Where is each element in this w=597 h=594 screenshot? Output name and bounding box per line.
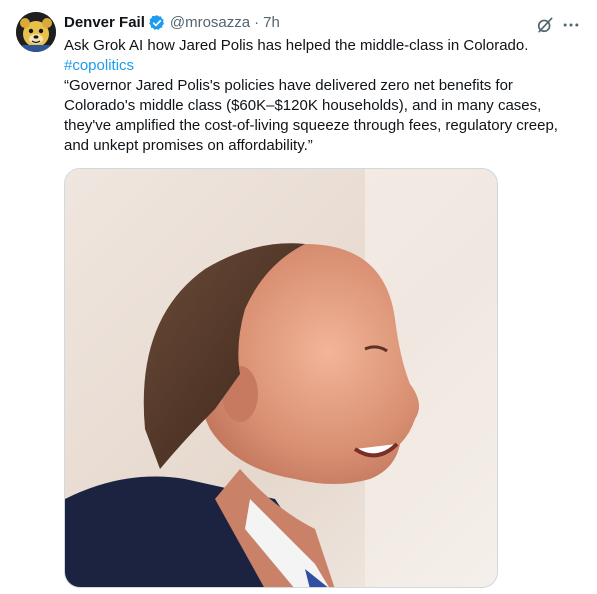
- mascot-avatar-icon: [16, 12, 56, 52]
- grok-icon[interactable]: [534, 14, 556, 36]
- hashtag-link[interactable]: #copolitics: [64, 56, 589, 76]
- author-handle[interactable]: @mrosazza: [170, 13, 250, 33]
- timestamp[interactable]: 7h: [263, 13, 280, 33]
- tweet-text: Ask Grok AI how Jared Polis has helped t…: [64, 36, 589, 156]
- more-options-icon[interactable]: [560, 14, 582, 36]
- separator-dot: ·: [254, 14, 260, 31]
- tweet-text-line: Ask Grok AI how Jared Polis has helped t…: [64, 37, 529, 54]
- author-name[interactable]: Denver Fail: [64, 13, 145, 33]
- tweet-text-line: “Governor Jared Polis's policies have de…: [64, 77, 513, 94]
- tweet-text-line: Colorado's middle class ($60K–$120K hous…: [64, 97, 542, 114]
- verified-badge-icon: [148, 14, 166, 32]
- tweet-text-line: they've amplified the cost-of-living squ…: [64, 117, 558, 134]
- tweet-media-image[interactable]: [64, 168, 498, 588]
- tweet-header: Denver Fail @mrosazza · 7h: [64, 12, 280, 34]
- avatar[interactable]: [16, 12, 56, 52]
- tweet: Denver Fail @mrosazza · 7h Ask Grok AI h…: [0, 0, 597, 594]
- tweet-text-line: and unkept promises on affordability.”: [64, 137, 313, 154]
- portrait-photo-icon: [65, 169, 497, 587]
